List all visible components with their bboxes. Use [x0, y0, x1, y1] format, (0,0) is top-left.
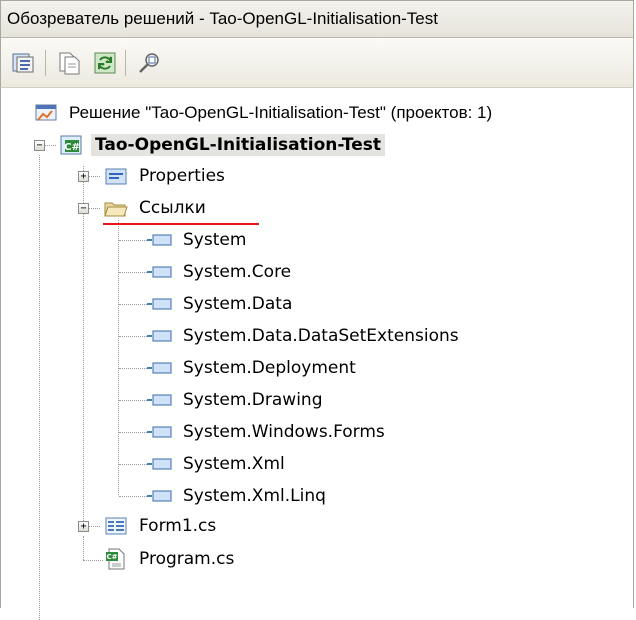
csharp-file-icon: C#	[103, 546, 129, 572]
tree-line	[88, 208, 100, 209]
properties-folder-icon	[103, 163, 129, 189]
reference-icon	[147, 355, 173, 381]
tree-line	[83, 560, 103, 561]
reference-label: System.Deployment	[183, 358, 356, 378]
svg-text:C#: C#	[106, 553, 117, 561]
collapse-toggle[interactable]: −	[34, 140, 45, 151]
refresh-button[interactable]	[91, 49, 119, 77]
tree-line	[44, 145, 56, 146]
toolbar-separator	[45, 50, 46, 76]
reference-label: System.Windows.Forms	[183, 422, 385, 442]
properties-button[interactable]	[9, 49, 37, 77]
solution-explorer-titlebar: Обозреватель решений - Tao-OpenGL-Initia…	[0, 0, 634, 38]
project-label: Tao-OpenGL-Initialisation-Test	[91, 134, 386, 156]
reference-label: System.Drawing	[183, 390, 323, 410]
open-folder-icon	[103, 195, 129, 221]
form1-label: Form1.cs	[139, 516, 217, 536]
tree-line	[119, 432, 147, 433]
tree-line	[119, 272, 147, 273]
tree-item-form1[interactable]: Form1.cs	[103, 511, 220, 541]
show-all-files-icon	[59, 52, 80, 75]
csharp-project-icon: C#	[59, 132, 85, 158]
reference-item[interactable]: System.Core	[147, 257, 295, 287]
references-label: Ссылки	[139, 198, 206, 218]
collapse-toggle[interactable]: −	[78, 203, 89, 214]
reference-icon	[147, 323, 173, 349]
tree-item-project[interactable]: C# Tao-OpenGL-Initialisation-Test	[59, 130, 386, 160]
tree-line	[88, 526, 100, 527]
svg-text:C#: C#	[64, 142, 80, 153]
tree-item-program[interactable]: C# Program.cs	[103, 544, 238, 574]
reference-icon	[147, 227, 173, 253]
reference-icon	[147, 483, 173, 509]
expand-toggle[interactable]: +	[78, 521, 89, 532]
tree-line	[83, 536, 84, 560]
tree-item-solution[interactable]: Решение "Tao-OpenGL-Initialisation-Test"…	[33, 98, 496, 128]
reference-item[interactable]: System.Xml.Linq	[147, 481, 330, 511]
reference-icon	[147, 387, 173, 413]
reference-icon	[147, 259, 173, 285]
reference-label: System	[183, 230, 247, 250]
reference-label: System.Xml	[183, 454, 285, 474]
program-label: Program.cs	[139, 549, 235, 569]
tree-line	[119, 240, 147, 241]
tree-line	[119, 464, 147, 465]
tree-line	[119, 496, 147, 497]
reference-icon	[147, 451, 173, 477]
tree-line	[119, 400, 147, 401]
tree-item-properties[interactable]: Properties	[103, 161, 229, 191]
reference-item[interactable]: System.Deployment	[147, 353, 360, 383]
tree-line	[88, 176, 100, 177]
reference-icon	[147, 291, 173, 317]
reference-item[interactable]: System.Data.DataSetExtensions	[147, 321, 463, 351]
expand-toggle[interactable]: +	[78, 171, 89, 182]
window-title: Обозреватель решений - Tao-OpenGL-Initia…	[7, 9, 438, 28]
solution-tree: Решение "Tao-OpenGL-Initialisation-Test"…	[0, 88, 634, 620]
properties-icon	[12, 53, 34, 73]
view-class-diagram-icon	[139, 53, 159, 73]
properties-label: Properties	[139, 166, 225, 186]
reference-label: System.Core	[183, 262, 292, 282]
tree-line	[39, 155, 40, 620]
reference-item[interactable]: System.Windows.Forms	[147, 417, 389, 447]
tree-line	[119, 336, 147, 337]
reference-label: System.Data.DataSetExtensions	[183, 326, 459, 346]
show-all-files-button[interactable]	[55, 49, 83, 77]
solution-label: Решение "Tao-OpenGL-Initialisation-Test"…	[69, 103, 493, 122]
reference-item[interactable]: System.Drawing	[147, 385, 327, 415]
reference-item[interactable]: System.Data	[147, 289, 296, 319]
form-file-icon	[103, 513, 129, 539]
toolbar-separator	[125, 50, 126, 76]
solution-icon	[33, 100, 59, 126]
reference-label: System.Xml.Linq	[183, 486, 326, 506]
reference-icon	[147, 419, 173, 445]
reference-item[interactable]: System.Xml	[147, 449, 289, 479]
refresh-icon	[94, 52, 116, 74]
tree-line	[118, 220, 119, 495]
tree-line	[83, 166, 84, 521]
class-diagram-button[interactable]	[135, 49, 163, 77]
reference-label: System.Data	[183, 294, 293, 314]
tree-item-references[interactable]: Ссылки	[103, 193, 210, 223]
tree-line	[119, 304, 147, 305]
solution-explorer-toolbar	[0, 38, 634, 88]
tree-line	[119, 368, 147, 369]
reference-item[interactable]: System	[147, 225, 250, 255]
